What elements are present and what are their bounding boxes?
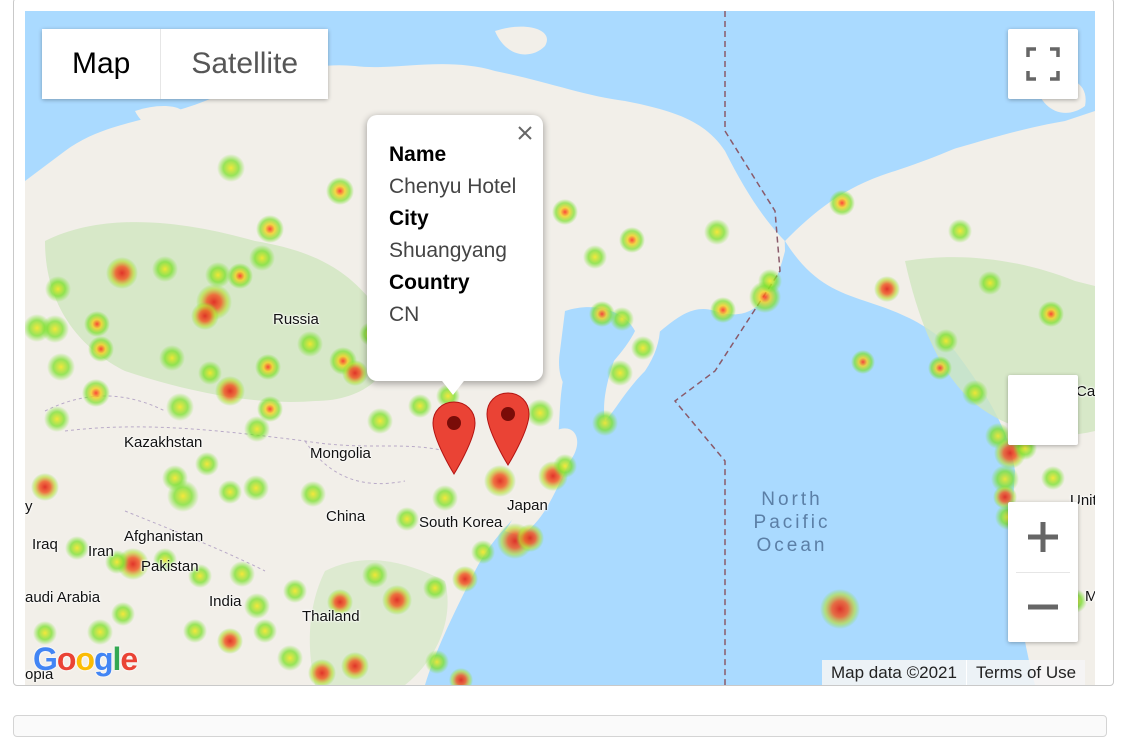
info-window: Name Chenyu Hotel City Shuangyang Countr… [367,115,543,395]
map-canvas[interactable]: Russia Kazakhstan Mongolia China South K… [25,11,1095,685]
label-china: China [326,508,366,525]
info-window-content: Name Chenyu Hotel City Shuangyang Countr… [389,139,516,331]
zoom-control [1008,502,1078,642]
logo-letter: g [93,641,114,677]
label-south-korea: South Korea [419,514,503,531]
logo-letter: G [33,641,58,677]
info-country-key: Country [389,271,470,294]
fullscreen-icon [1026,47,1060,81]
info-name-key: Name [389,143,447,166]
info-city-value: Shuangyang [389,239,507,262]
plus-icon [1028,522,1058,552]
label-mongolia: Mongolia [310,445,371,462]
info-name-value: Chenyu Hotel [389,175,517,198]
label-russia: Russia [273,311,319,328]
map-attribution: Map data ©2021 Terms of Use [822,660,1086,685]
map-base-tiles [25,11,1095,685]
map-type-control: Map Satellite [42,29,329,99]
google-logo[interactable]: Google [33,641,138,678]
label-afghanistan: Afghanistan [124,528,204,545]
next-card [13,715,1107,737]
ocean-line-2: Pacific [753,512,831,533]
label-iran: Iran [88,543,114,560]
label-india: India [209,593,242,610]
terms-of-use-link[interactable]: Terms of Use [966,660,1086,685]
label-north-pacific-ocean: North Pacific Ocean [747,488,837,557]
info-window-tail [439,377,467,395]
label-iraq: Iraq [32,536,58,553]
map-type-map-button[interactable]: Map [42,29,162,99]
zoom-out-button[interactable] [1008,572,1078,642]
zoom-in-button[interactable] [1008,502,1078,572]
map-pin-icon[interactable] [485,391,531,467]
info-country-value: CN [389,303,420,326]
ocean-line-3: Ocean [756,535,828,556]
logo-letter: o [56,641,77,677]
label-y-edge: y [25,498,33,515]
info-city-key: City [389,207,429,230]
label-saudi-arabia: audi Arabia [25,589,101,606]
close-icon[interactable] [517,125,533,141]
map-data-attribution: Map data ©2021 [822,660,966,685]
label-m-edge: M [1085,588,1095,605]
map-type-satellite-button[interactable]: Satellite [161,29,329,99]
label-japan: Japan [507,497,548,514]
logo-letter: o [75,641,95,677]
label-kazakhstan: Kazakhstan [124,434,203,451]
label-ca-edge: Ca [1076,383,1095,400]
label-pakistan: Pakistan [141,558,199,575]
street-view-control[interactable] [1008,375,1078,445]
minus-icon [1028,604,1058,610]
map-pin-icon[interactable] [431,400,477,476]
fullscreen-button[interactable] [1008,29,1078,99]
ocean-line-1: North [761,489,823,510]
logo-letter: e [120,641,138,677]
label-thailand: Thailand [302,608,360,625]
